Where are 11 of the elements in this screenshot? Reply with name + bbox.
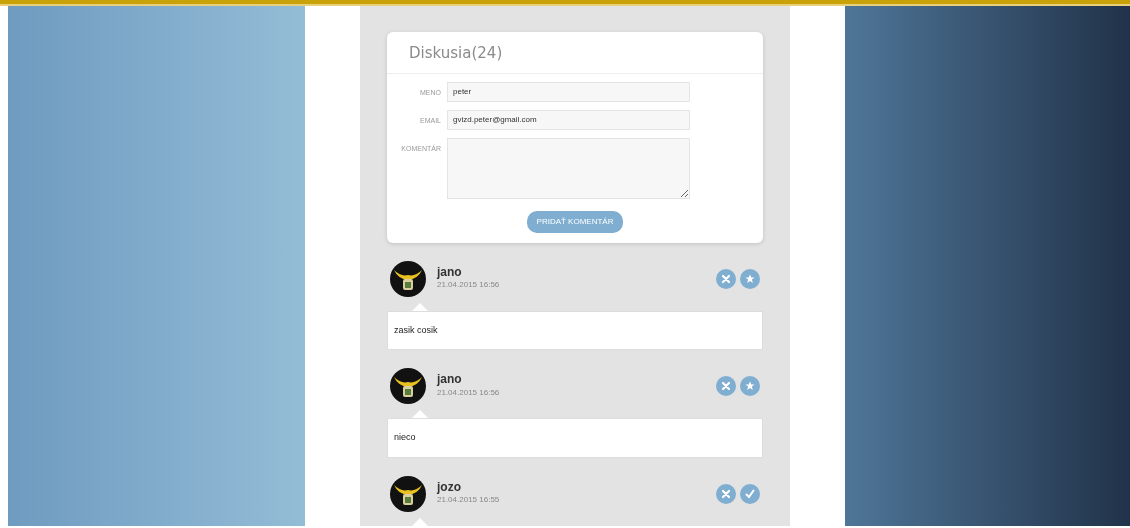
author-name: jano xyxy=(437,373,463,387)
comment-text: nieco xyxy=(387,418,763,458)
comment-time: 21.04.2015 16:56 xyxy=(437,279,501,292)
comment-time: 21.04.2015 16:56 xyxy=(437,386,501,399)
input-field[interactable]: gvizd.peter@gmail.com xyxy=(447,109,690,130)
input-field[interactable]: peter xyxy=(447,81,690,102)
author-name: jozo xyxy=(437,480,462,495)
comment-text: zasik cosik xyxy=(387,310,763,350)
author-name: jano xyxy=(437,265,463,280)
section-title: Diskusia(24) xyxy=(387,32,763,74)
comment-time: 21.04.2015 16:55 xyxy=(437,494,501,507)
